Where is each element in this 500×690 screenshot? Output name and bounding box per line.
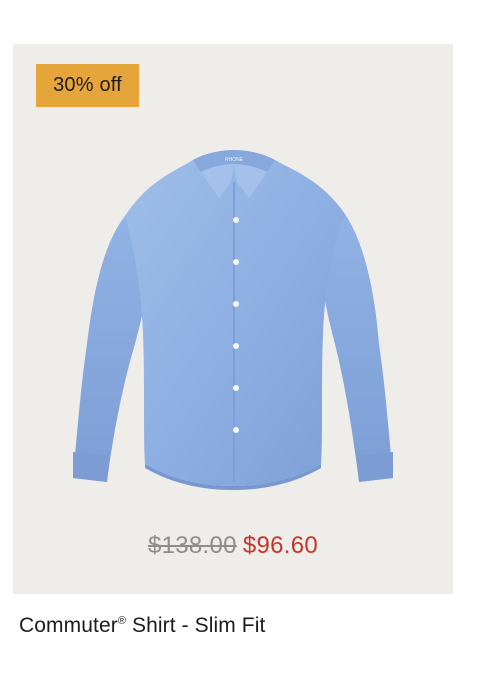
discount-badge: 30% off xyxy=(36,64,139,107)
shirt-icon[interactable]: RHONE xyxy=(53,134,413,494)
collar-label: RHONE xyxy=(225,157,244,163)
product-title-rest: Shirt - Slim Fit xyxy=(126,614,266,637)
product-title[interactable]: Commuter® Shirt - Slim Fit xyxy=(19,614,265,638)
left-cuff xyxy=(73,452,109,482)
product-card[interactable]: 30% off RHONE $138.00 $96.60 xyxy=(13,44,453,594)
price-row: $138.00 $96.60 xyxy=(13,532,453,560)
sale-price: $96.60 xyxy=(242,532,319,559)
registered-mark: ® xyxy=(117,615,127,627)
original-price: $138.00 xyxy=(147,532,237,559)
product-title-main: Commuter xyxy=(19,614,118,637)
right-cuff xyxy=(357,452,393,482)
